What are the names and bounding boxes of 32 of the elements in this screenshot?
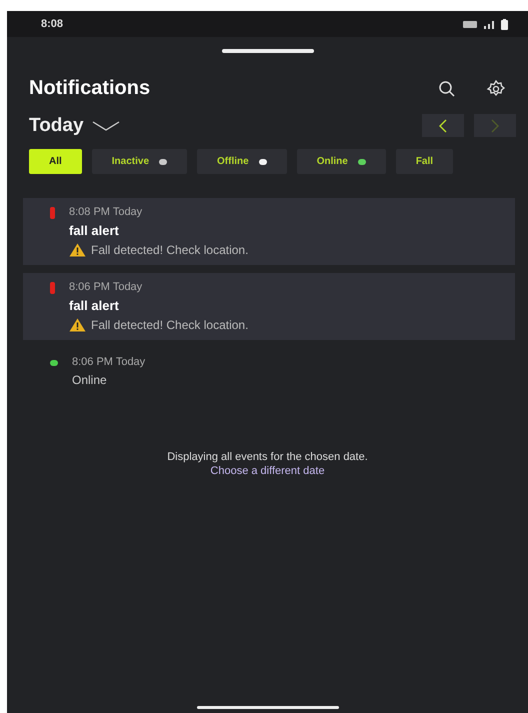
warning-icon (69, 318, 86, 332)
event-message: Fall detected! Check location. (91, 318, 248, 332)
settings-icon[interactable] (486, 78, 506, 98)
search-icon[interactable] (438, 80, 456, 98)
warning-icon (69, 243, 86, 257)
filter-chip[interactable]: Inactive (92, 149, 188, 174)
chevron-down-icon (92, 120, 120, 132)
event-row[interactable]: 8:06 PM Today Online (23, 348, 515, 395)
signal-icon (483, 20, 495, 28)
status-time: 8:08 (41, 18, 64, 30)
chevron-right-icon (490, 118, 500, 132)
event-time: 8:06 PM Today (72, 356, 146, 368)
choose-date-link[interactable]: Choose a different date (210, 465, 325, 477)
alert-card[interactable]: 8:06 PM Today fall alert Fall detected! Check location. (23, 273, 515, 340)
alert-card[interactable]: 8:08 PM Today fall alert Fall detected! Check location. (23, 198, 515, 265)
event-title: fall alert (69, 298, 120, 313)
event-time: 8:06 PM Today (69, 281, 144, 293)
footer-text: Displaying all events for the chosen date. (167, 451, 368, 463)
filter-chip[interactable]: Fall (396, 149, 454, 174)
date-dropdown[interactable]: Today (29, 114, 120, 136)
event-time: 8:08 PM Today (69, 206, 144, 218)
drag-handle[interactable] (222, 49, 314, 53)
page-title: Notifications (29, 77, 150, 100)
event-title: Online (72, 373, 108, 387)
chevron-left-icon (438, 118, 448, 132)
event-title: fall alert (69, 223, 120, 238)
filter-chip[interactable]: Offline (197, 149, 287, 174)
filter-chip[interactable]: Online (296, 149, 386, 174)
filter-chip[interactable]: All (29, 149, 82, 174)
battery-icon (501, 18, 508, 30)
event-message: Fall detected! Check location. (91, 243, 248, 257)
previous-button[interactable] (422, 114, 464, 137)
